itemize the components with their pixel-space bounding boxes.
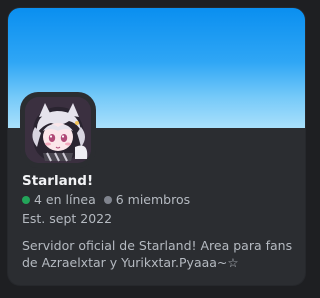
online-count: 4 en línea bbox=[34, 192, 96, 207]
server-icon-frame bbox=[20, 92, 96, 168]
server-description: Servidor oficial de Starland! Area para … bbox=[22, 238, 293, 270]
member-count: 6 miembros bbox=[115, 192, 191, 207]
established-date: Est. sept 2022 bbox=[22, 211, 113, 226]
online-status-dot bbox=[22, 195, 30, 204]
server-card[interactable]: Starland! 4 en línea 6 miembros Est. sep… bbox=[8, 8, 305, 285]
anime-character-avatar-icon bbox=[25, 97, 91, 163]
server-icon bbox=[25, 97, 91, 163]
server-stats: 4 en línea 6 miembros bbox=[22, 192, 190, 207]
members-status-dot bbox=[103, 195, 112, 204]
server-name: Starland! bbox=[22, 173, 94, 189]
